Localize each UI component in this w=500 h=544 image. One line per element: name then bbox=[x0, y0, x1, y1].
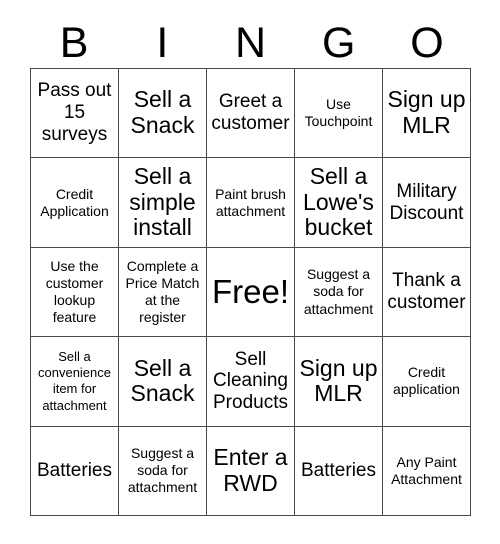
bingo-cell-label: Greet a customer bbox=[211, 91, 290, 135]
bingo-cell-label: Credit Application bbox=[40, 185, 109, 219]
bingo-cell-label: Suggest a soda for attachment bbox=[303, 266, 374, 317]
bingo-cell-r4c4[interactable]: Sign up MLR bbox=[295, 337, 383, 427]
bingo-cell-r1c4[interactable]: Use Touchpoint bbox=[295, 69, 383, 159]
bingo-cell-r4c3[interactable]: Sell Cleaning Products bbox=[207, 337, 295, 427]
bingo-cell-label: Sign up MLR bbox=[299, 354, 378, 407]
bingo-cell-r4c1[interactable]: Sell a convenience item for attachment bbox=[31, 337, 119, 427]
header-letter-o: O bbox=[410, 18, 444, 67]
bingo-cell-r5c1[interactable]: Batteries bbox=[31, 426, 119, 516]
bingo-header-row: B I N G O bbox=[30, 18, 471, 68]
bingo-cell-r1c2[interactable]: Sell a Snack bbox=[119, 69, 207, 159]
bingo-cell-label: Complete a Price Match at the register bbox=[125, 257, 200, 326]
bingo-cell-r5c5[interactable]: Any Paint Attachment bbox=[383, 426, 471, 516]
header-letter-g: G bbox=[321, 18, 356, 67]
free-space-label: Free! bbox=[211, 272, 290, 310]
bingo-cell-label: Use Touchpoint bbox=[304, 96, 373, 130]
header-letter-b: B bbox=[59, 18, 89, 67]
bingo-cell-r2c1[interactable]: Credit Application bbox=[31, 158, 119, 248]
bingo-cell-r2c2[interactable]: Sell a simple install bbox=[119, 158, 207, 248]
bingo-cell-r5c4[interactable]: Batteries bbox=[295, 426, 383, 516]
bingo-cell-label: Any Paint Attachment bbox=[391, 453, 462, 487]
bingo-cell-label: Thank a customer bbox=[387, 270, 466, 313]
bingo-cell-r5c2[interactable]: Suggest a soda for attachment bbox=[119, 426, 207, 516]
bingo-cell-r1c1[interactable]: Pass out 15 surveys bbox=[31, 69, 119, 159]
bingo-cell-r1c5[interactable]: Sign up MLR bbox=[383, 69, 471, 159]
bingo-cell-label: Sell Cleaning Products bbox=[213, 348, 288, 414]
bingo-cell-label: Use the customer lookup feature bbox=[45, 257, 104, 326]
bingo-cell-free-space[interactable]: Free! bbox=[207, 247, 295, 338]
bingo-cell-label: Pass out 15 surveys bbox=[37, 80, 112, 146]
bingo-cell-r3c4[interactable]: Suggest a soda for attachment bbox=[295, 247, 383, 338]
bingo-cell-r4c2[interactable]: Sell a Snack bbox=[119, 337, 207, 427]
bingo-cell-label: Credit application bbox=[393, 364, 460, 398]
bingo-cell-label: Suggest a soda for attachment bbox=[127, 445, 198, 496]
bingo-cell-label: Sell a Snack bbox=[130, 354, 195, 407]
bingo-cell-r5c3[interactable]: Enter a RWD bbox=[207, 426, 295, 516]
bingo-cell-r4c5[interactable]: Credit application bbox=[383, 337, 471, 427]
bingo-cell-label: Batteries bbox=[37, 459, 112, 481]
bingo-cell-label: Sell a convenience item for attachment bbox=[38, 349, 111, 413]
bingo-cell-r3c1[interactable]: Use the customer lookup feature bbox=[31, 247, 119, 338]
bingo-cell-r2c3[interactable]: Paint brush attachment bbox=[207, 158, 295, 248]
header-letter-i: I bbox=[156, 18, 169, 67]
bingo-cell-label: Sell a Snack bbox=[130, 86, 195, 139]
bingo-cell-label: Paint brush attachment bbox=[215, 185, 286, 219]
bingo-cell-r3c5[interactable]: Thank a customer bbox=[383, 247, 471, 338]
bingo-cell-label: Military Discount bbox=[389, 180, 464, 224]
bingo-cell-label: Batteries bbox=[301, 459, 376, 481]
bingo-cell-label: Enter a RWD bbox=[213, 444, 288, 496]
bingo-cell-label: Sell a Lowe's bucket bbox=[303, 162, 374, 241]
bingo-card: B I N G O Pass out 15 surveys Sell a Sna… bbox=[0, 0, 500, 544]
bingo-cell-r2c4[interactable]: Sell a Lowe's bucket bbox=[295, 158, 383, 248]
bingo-cell-label: Sign up MLR bbox=[387, 86, 466, 139]
bingo-cell-label: Sell a simple install bbox=[129, 162, 196, 241]
bingo-grid: Pass out 15 surveys Sell a Snack Greet a… bbox=[30, 68, 471, 516]
bingo-cell-r3c2[interactable]: Complete a Price Match at the register bbox=[119, 247, 207, 338]
bingo-cell-r1c3[interactable]: Greet a customer bbox=[207, 69, 295, 159]
bingo-cell-r2c5[interactable]: Military Discount bbox=[383, 158, 471, 248]
header-letter-n: N bbox=[234, 18, 267, 67]
